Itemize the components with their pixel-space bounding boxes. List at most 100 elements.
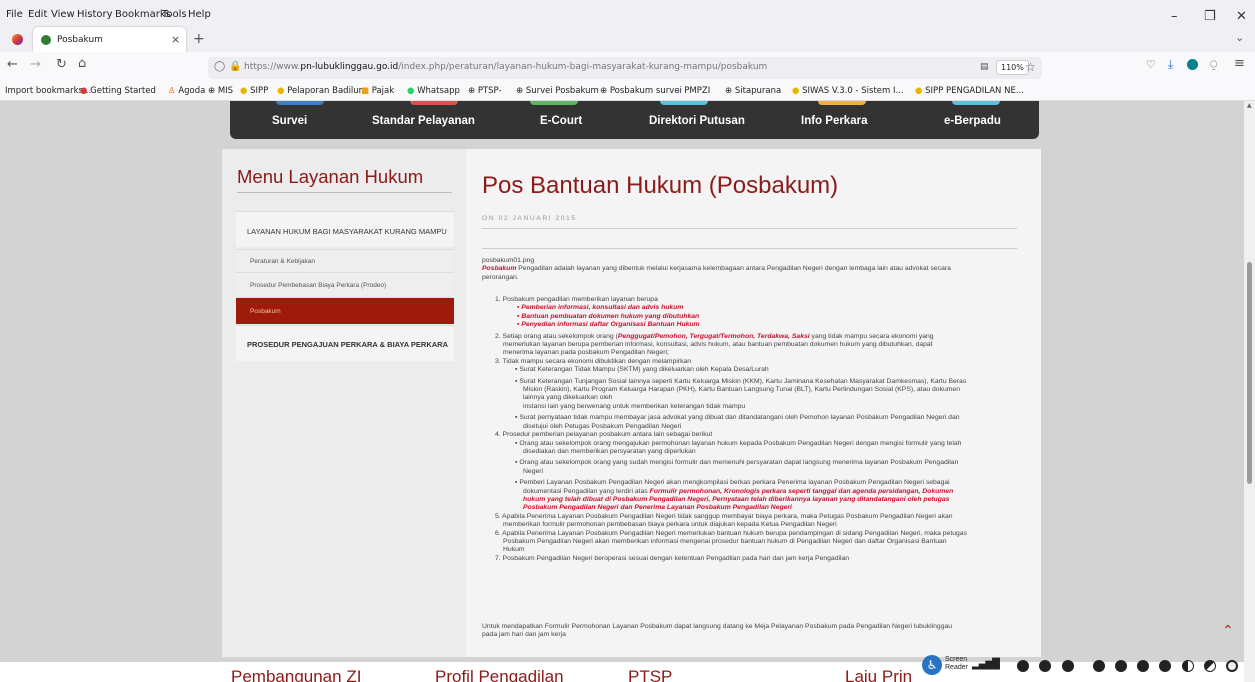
tab-close-icon[interactable]: × xyxy=(171,33,180,46)
list-item: ▪ Orang atau sekelompok orang mengajukan… xyxy=(515,439,962,447)
list-tabs-icon[interactable]: ⌄ xyxy=(1235,31,1244,44)
accessibility-toolbar xyxy=(922,653,1244,679)
bookmark-import[interactable]: Import bookmarks... xyxy=(5,86,91,96)
bookmark-sipp-pengadilan[interactable]: ● SIPP PENGADILAN NE... xyxy=(915,86,1024,96)
bookmark-mis[interactable]: ⊕ MIS xyxy=(208,86,233,96)
menu-help[interactable]: Help xyxy=(188,9,211,20)
article-body: posbakum01.png Posbakum Pengadilan adala… xyxy=(482,257,1027,282)
close-window-icon[interactable]: ✕ xyxy=(1236,9,1247,24)
bookmark-pajak[interactable]: ■ Pajak xyxy=(361,86,394,96)
downloads-icon[interactable]: ⤓ xyxy=(1168,57,1173,72)
list-item: Posbakum Pengadilan Negeri akan memberik… xyxy=(503,537,947,545)
font-size-icon[interactable] xyxy=(1137,660,1149,672)
list-item: ▪ Pemberi Layanan Posbakum Pengadilan Ne… xyxy=(515,479,950,487)
sidebar-section-prosedur[interactable]: PROSEDUR PENGAJUAN PERKARA & BIAYA PERKA… xyxy=(236,325,454,361)
closing-line: pada jam hari dan jam kerja xyxy=(482,631,566,639)
nav-survei[interactable]: Survei xyxy=(272,115,307,127)
font-type-icon[interactable] xyxy=(1159,660,1171,672)
menu-file[interactable]: File xyxy=(6,9,23,20)
pause-icon[interactable] xyxy=(1039,660,1051,672)
bookmark-ptsp[interactable]: ⊕ PTSP- xyxy=(468,86,502,96)
article-list: 1. Posbakum pengadilan memberikan layana… xyxy=(495,296,1035,563)
menu-history[interactable]: History xyxy=(77,9,113,20)
bookmark-posbakum-survei[interactable]: ⊕ Posbakum survei xyxy=(600,86,682,96)
home-icon[interactable]: ⌂ xyxy=(78,56,86,71)
list-item: disetujui oleh Petugas Posbakum Pengadil… xyxy=(523,422,682,430)
new-tab-icon[interactable]: + xyxy=(193,31,205,47)
back-icon[interactable]: ← xyxy=(7,57,18,72)
footer-pembangunan-zi[interactable]: Pembangunan ZI xyxy=(231,667,361,682)
tab-bar xyxy=(0,27,1255,52)
firefox-view-icon[interactable] xyxy=(12,34,23,45)
sidebar-section-layanan[interactable]: LAYANAN HUKUM BAGI MASYARAKAT KURANG MAM… xyxy=(236,211,454,247)
restore-icon[interactable]: ❐ xyxy=(1204,9,1216,24)
bookmark-whatsapp[interactable]: ● Whatsapp xyxy=(407,86,460,96)
list-item: hukum yang telah dibuat di Posbakum Peng… xyxy=(523,495,950,503)
zoom-out-icon[interactable] xyxy=(1115,660,1127,672)
nav-e-berpadu[interactable]: e-Berpadu xyxy=(944,115,1001,127)
zoom-level[interactable]: 110% xyxy=(996,60,1029,75)
app-menu-icon[interactable]: ≡ xyxy=(1234,56,1245,71)
reader-view-icon[interactable]: ▤ xyxy=(980,62,989,72)
list-item: 6. Apabila Penerima Layanan Posbakum Pen… xyxy=(495,529,967,537)
scroll-top-icon[interactable]: ⌃ xyxy=(1222,623,1234,639)
bookmark-sipp[interactable]: ● SIPP xyxy=(240,86,268,96)
list-item: lainnya yang dikeluarkan oleh xyxy=(523,394,613,402)
reload-icon[interactable]: ↻ xyxy=(56,57,67,72)
zoom-in-icon[interactable] xyxy=(1093,660,1105,672)
play-icon[interactable] xyxy=(1017,660,1029,672)
invert-icon[interactable] xyxy=(1226,660,1238,672)
sidebar-item-prodeo[interactable]: Prosedur Pembebasan Biaya Perkara (Prode… xyxy=(236,272,454,296)
screen-reader-label[interactable]: Screen Reader xyxy=(945,656,968,671)
forward-icon[interactable]: → xyxy=(30,57,41,72)
nav-info-perkara[interactable]: Info Perkara xyxy=(801,115,867,127)
bookmark-pelaporan[interactable]: ● Pelaporan Badilum xyxy=(277,86,367,96)
scroll-up-icon[interactable]: ▲ xyxy=(1247,102,1252,109)
divider xyxy=(482,228,1017,229)
address-bar[interactable]: ◯ 🔒 https://www.pn-lubuklinggau.go.id/in… xyxy=(208,57,1042,79)
shield-icon[interactable]: ◯ xyxy=(214,61,225,72)
account-icon[interactable]: ⍜ xyxy=(1210,57,1217,72)
main-nav: Survei Standar Pelayanan E-Court Direkto… xyxy=(230,101,1039,139)
menu-bar: File Edit View History Bookmarks Tools H… xyxy=(0,0,1255,27)
scrollbar-thumb[interactable] xyxy=(1247,262,1252,484)
bookmark-survei-posbakum[interactable]: ⊕ Survei Posbakum xyxy=(516,86,599,96)
list-item: Miskin (Raskin), Kartu Program Keluarga … xyxy=(523,386,960,394)
bookmark-siwas[interactable]: ● SIWAS V.3.0 - Sistem I... xyxy=(792,86,904,96)
menu-edit[interactable]: Edit xyxy=(28,9,47,20)
bookmark-pmpzi[interactable]: ⌣ PMPZI xyxy=(676,86,710,96)
chevron-right-icon: › xyxy=(441,224,444,234)
menu-tools[interactable]: Tools xyxy=(162,9,187,20)
footer-profil-pengadilan[interactable]: Profil Pengadilan xyxy=(435,667,564,682)
footer-ptsp[interactable]: PTSP xyxy=(628,667,672,682)
contrast-icon[interactable] xyxy=(1182,660,1194,672)
bookmark-agoda[interactable]: ♙ Agoda xyxy=(168,86,205,96)
menu-view[interactable]: View xyxy=(51,9,75,20)
extension-icon[interactable] xyxy=(1187,59,1198,70)
divider xyxy=(482,248,1017,249)
grayscale-icon[interactable] xyxy=(1204,660,1216,672)
tab-posbakum[interactable]: Posbakum × xyxy=(33,27,186,54)
list-item: 4. Prosedur pemberian pelayanan posbakum… xyxy=(495,431,713,439)
minimize-icon[interactable]: – xyxy=(1171,9,1178,24)
sidebar-heading: Menu Layanan Hukum xyxy=(237,166,424,187)
sidebar-item-peraturan[interactable]: Peraturan & Kebijakan xyxy=(236,249,454,272)
accessibility-icon[interactable]: ♿ xyxy=(922,655,942,675)
chevron-right-icon: › xyxy=(441,337,444,347)
footer-laju-prin[interactable]: Laju Prin xyxy=(845,667,912,682)
lock-icon[interactable]: 🔒 xyxy=(229,61,241,72)
volume-icon[interactable]: ▂▄▆█ xyxy=(972,659,1000,670)
list-item: 5. Apabila Penerima Layanan Posbakum Pen… xyxy=(495,512,953,520)
nav-standar-pelayanan[interactable]: Standar Pelayanan xyxy=(372,115,475,127)
sidebar-item-posbakum[interactable]: Posbakum xyxy=(236,297,454,324)
bookmark-star-icon[interactable]: ☆ xyxy=(1025,60,1036,74)
list-item: ▪ Surat Keterangan Tidak Mampu (SKTM) ya… xyxy=(515,366,769,374)
stop-icon[interactable] xyxy=(1062,660,1074,672)
pocket-icon[interactable]: ♡ xyxy=(1146,58,1156,71)
bookmark-getting-started[interactable]: ● Getting Started xyxy=(80,86,156,96)
nav-ecourt[interactable]: E-Court xyxy=(540,115,582,127)
bookmark-sitapurana[interactable]: ⊕ Sitapurana xyxy=(725,86,781,96)
url-text[interactable]: https://www.pn-lubuklinggau.go.id/index.… xyxy=(244,62,767,72)
nav-direktori-putusan[interactable]: Direktori Putusan xyxy=(649,115,745,127)
sidebar-item-label: Peraturan & Kebijakan xyxy=(250,258,316,265)
